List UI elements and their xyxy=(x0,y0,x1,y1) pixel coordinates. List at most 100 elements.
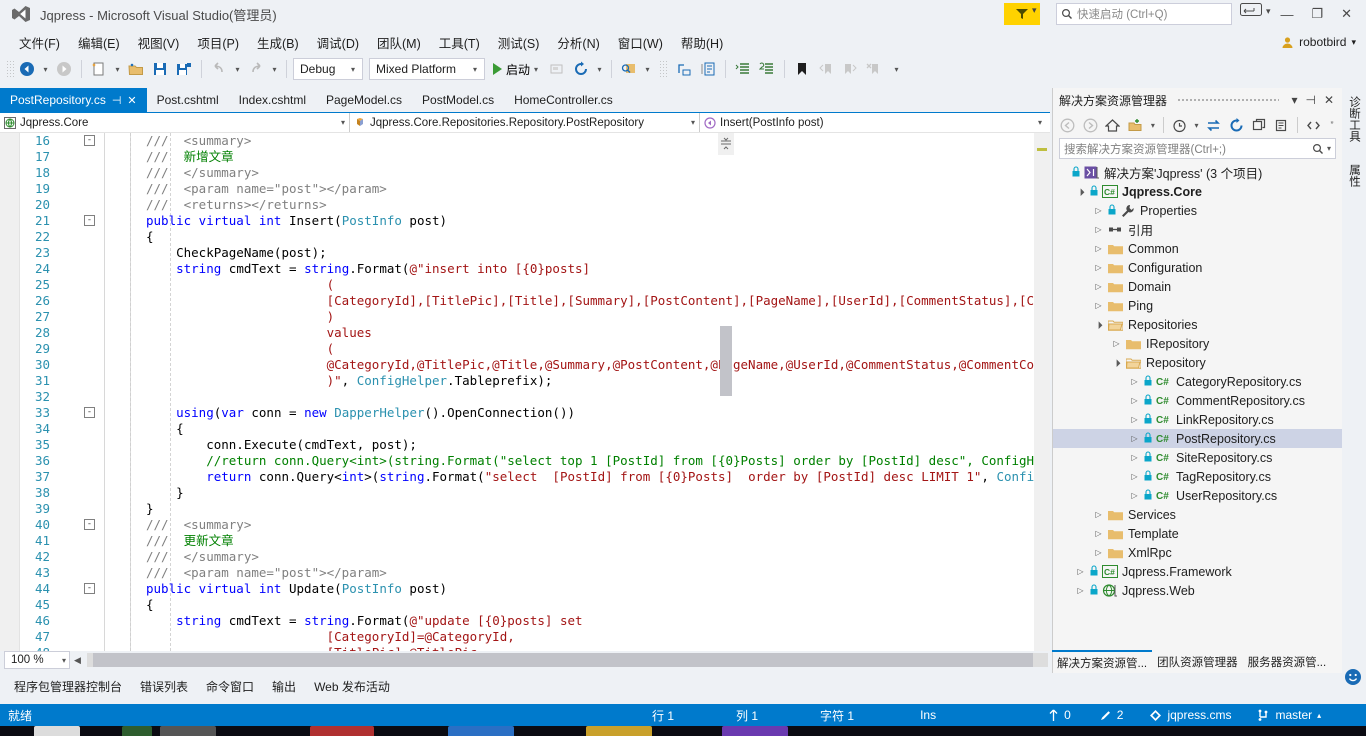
tree-node[interactable]: ◢C#Jqpress.Core xyxy=(1053,182,1342,201)
tree-node[interactable]: ▷C#CommentRepository.cs xyxy=(1053,391,1342,410)
chevron-right-icon[interactable]: ▷ xyxy=(1075,586,1086,595)
tree-node[interactable]: ▷Ping xyxy=(1053,296,1342,315)
taskbar-item-7[interactable] xyxy=(722,726,788,736)
menu-edit[interactable]: 编辑(E) xyxy=(69,31,129,54)
open-file-button[interactable] xyxy=(125,58,147,80)
chevron-right-icon[interactable]: ▷ xyxy=(1129,453,1140,462)
solution-tree[interactable]: 解决方案'Jqpress' (3 个项目)◢C#Jqpress.Core▷Pro… xyxy=(1053,163,1342,600)
code-line[interactable]: 24 string cmdText = string.Format(@"inse… xyxy=(0,261,1050,277)
navigate-to-button[interactable] xyxy=(697,58,719,80)
chevron-down-icon[interactable]: ▾ xyxy=(1032,118,1046,127)
code-line[interactable]: 25 ( xyxy=(0,277,1050,293)
code-line[interactable]: 34 { xyxy=(0,421,1050,437)
editor-scroll-thumb[interactable] xyxy=(720,326,732,396)
vertical-tab-diagnostics[interactable]: 诊断工具 xyxy=(1342,88,1366,150)
h-scroll-thumb[interactable] xyxy=(93,653,1033,667)
editor-vertical-scrollbar[interactable] xyxy=(1034,133,1050,651)
search-icon[interactable] xyxy=(1312,143,1324,155)
document-tab-0[interactable]: PostRepository.cs⊣✕ xyxy=(0,88,147,112)
code-line[interactable]: 19/// <param name="post"></param> xyxy=(0,181,1050,197)
chevron-right-icon[interactable]: ▷ xyxy=(1129,491,1140,500)
code-line[interactable]: 33- using(var conn = new DapperHelper().… xyxy=(0,405,1050,421)
menu-window[interactable]: 窗口(W) xyxy=(609,31,672,54)
code-line[interactable]: 16-/// <summary> xyxy=(0,133,1050,149)
status-insert-mode[interactable]: Ins xyxy=(920,708,936,722)
status-repository[interactable]: jqpress.cms xyxy=(1149,708,1231,722)
code-line[interactable]: 31 )", ConfigHelper.Tableprefix); xyxy=(0,373,1050,389)
code-line[interactable]: 30 @CategoryId,@TitlePic,@Title,@Summary… xyxy=(0,357,1050,373)
tab-overflow-caret[interactable]: ▾ xyxy=(1032,5,1360,16)
chevron-right-icon[interactable]: ▷ xyxy=(1129,472,1140,481)
tree-node[interactable]: ▷Properties xyxy=(1053,201,1342,220)
taskbar-item-5[interactable] xyxy=(448,726,514,736)
uncomment-lines-button[interactable] xyxy=(756,58,778,80)
document-tab-1[interactable]: Post.cshtml xyxy=(147,88,229,112)
tree-node[interactable]: ▷C#Jqpress.Framework xyxy=(1053,562,1342,581)
bottom-tab-2[interactable]: 命令窗口 xyxy=(198,675,262,698)
se-pending-changes-button[interactable] xyxy=(1169,115,1190,136)
editor-horizontal-scrollbar[interactable]: 100 % ▾ ◀ xyxy=(0,651,1050,669)
tree-node[interactable]: ▷C#SiteRepository.cs xyxy=(1053,448,1342,467)
code-line[interactable]: 35 conn.Execute(cmdText, post); xyxy=(0,437,1050,453)
navigate-back-button[interactable] xyxy=(16,58,38,80)
code-line[interactable]: 44-public virtual int Update(PostInfo po… xyxy=(0,581,1050,597)
tree-node[interactable]: ◢Repository xyxy=(1053,353,1342,372)
tree-node[interactable]: 解决方案'Jqpress' (3 个项目) xyxy=(1053,163,1342,182)
chevron-right-icon[interactable]: ▷ xyxy=(1093,225,1104,234)
se-overflow-button[interactable]: ” xyxy=(1326,115,1338,136)
status-branch[interactable]: master ▴ xyxy=(1257,708,1321,722)
se-switch-views-caret[interactable]: ▾ xyxy=(1148,115,1158,136)
tree-node[interactable]: ▷C#LinkRepository.cs xyxy=(1053,410,1342,429)
toolbar-grip[interactable] xyxy=(6,60,14,78)
chevron-right-icon[interactable]: ▷ xyxy=(1093,510,1104,519)
taskbar-item-1[interactable] xyxy=(34,726,80,736)
se-show-code-button[interactable] xyxy=(1303,115,1324,136)
browser-select-caret[interactable]: ▾ xyxy=(642,58,653,80)
bottom-tab-0[interactable]: 程序包管理器控制台 xyxy=(6,675,130,698)
chevron-down-icon[interactable]: ▾ xyxy=(1351,37,1356,48)
menu-debug[interactable]: 调试(D) xyxy=(308,31,368,54)
code-text-area[interactable]: 16-/// <summary>17/// 新增文章18/// </summar… xyxy=(0,133,1050,651)
scroll-left-arrow[interactable]: ◀ xyxy=(70,655,85,666)
tree-node[interactable]: ▷C#PostRepository.cs xyxy=(1053,429,1342,448)
tree-node[interactable]: ▷XmlRpc xyxy=(1053,543,1342,562)
chevron-down-icon[interactable]: ▾ xyxy=(335,118,345,127)
tree-node[interactable]: ▷C#CategoryRepository.cs xyxy=(1053,372,1342,391)
code-line[interactable]: 39} xyxy=(0,501,1050,517)
bottom-tab-4[interactable]: Web 发布活动 xyxy=(306,675,398,698)
menu-view[interactable]: 视图(V) xyxy=(129,31,189,54)
chevron-right-icon[interactable]: ▷ xyxy=(1093,301,1104,310)
chevron-right-icon[interactable]: ▷ xyxy=(1129,396,1140,405)
h-scroll-track[interactable] xyxy=(87,653,1048,667)
pin-icon[interactable]: ⊣ xyxy=(112,94,122,107)
chevron-right-icon[interactable]: ▷ xyxy=(1093,282,1104,291)
panel-drag-dots[interactable] xyxy=(1177,98,1279,103)
code-line[interactable]: 38 } xyxy=(0,485,1050,501)
chevron-right-icon[interactable]: ▷ xyxy=(1129,377,1140,386)
tree-node[interactable]: ▷Domain xyxy=(1053,277,1342,296)
chevron-down-icon[interactable]: ▾ xyxy=(62,656,66,665)
chevron-down-icon[interactable]: ◢ xyxy=(1110,356,1123,369)
tree-node[interactable]: ▷Configuration xyxy=(1053,258,1342,277)
chevron-down-icon[interactable]: ▾ xyxy=(346,65,360,74)
user-account[interactable]: robotbird ▾ xyxy=(1281,30,1356,54)
chevron-right-icon[interactable]: ▷ xyxy=(1093,548,1104,557)
new-project-button[interactable] xyxy=(88,58,110,80)
tree-node[interactable]: ▷Services xyxy=(1053,505,1342,524)
code-line[interactable]: 21-public virtual int Insert(PostInfo po… xyxy=(0,213,1050,229)
menu-test[interactable]: 测试(S) xyxy=(489,31,549,54)
code-line[interactable]: 36 //return conn.Query<int>(string.Forma… xyxy=(0,453,1050,469)
comment-lines-button[interactable] xyxy=(732,58,754,80)
navigate-back-caret[interactable]: ▾ xyxy=(40,58,51,80)
menu-analyze[interactable]: 分析(N) xyxy=(548,31,608,54)
tree-node[interactable]: ◢Repositories xyxy=(1053,315,1342,334)
menu-help[interactable]: 帮助(H) xyxy=(672,31,732,54)
toggle-bookmark-button[interactable] xyxy=(791,58,813,80)
chevron-right-icon[interactable]: ▷ xyxy=(1075,567,1086,576)
toolbar-overflow-caret[interactable]: ▾ xyxy=(891,58,902,80)
tree-node[interactable]: ▷Template xyxy=(1053,524,1342,543)
se-bottom-tab-0[interactable]: 解决方案资源管... xyxy=(1052,650,1152,674)
toolbar-grip-2[interactable] xyxy=(659,60,667,78)
fold-toggle-icon[interactable]: - xyxy=(84,407,95,418)
document-tab-2[interactable]: Index.cshtml xyxy=(229,88,316,112)
